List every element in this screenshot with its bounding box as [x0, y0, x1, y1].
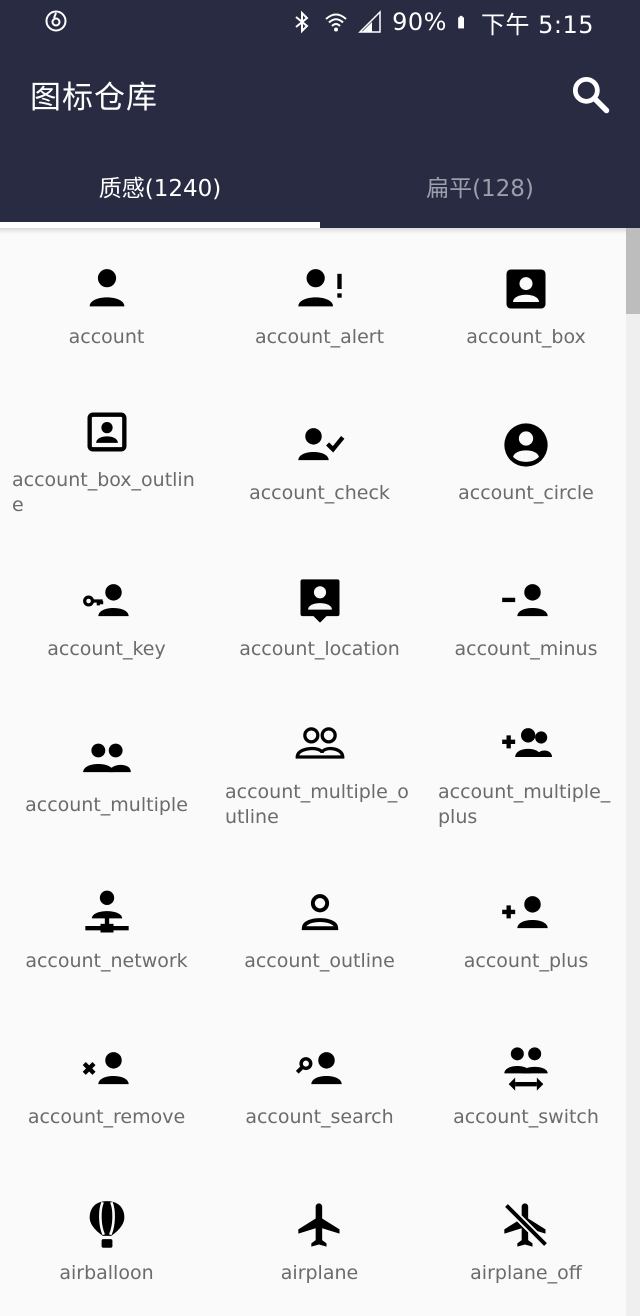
icon-label: account_search — [245, 1105, 394, 1128]
icon-item-account-circle[interactable]: account_circle — [426, 384, 626, 540]
icon-label: account_check — [249, 481, 390, 504]
icon-item-airplane-off[interactable]: airplane_off — [426, 1164, 626, 1316]
icon-item-account-check[interactable]: account_check — [213, 384, 426, 540]
app-header: 90% 下午 5:15 图标仓库 质感(1240) 扁平(128) — [0, 0, 640, 228]
account-network-icon — [84, 890, 129, 932]
tab-flat[interactable]: 扁平(128) — [320, 144, 640, 228]
icon-item-account-box[interactable]: account_box — [426, 228, 626, 384]
icon-label: account_circle — [458, 481, 594, 504]
account-minus-icon — [502, 583, 548, 616]
account-alert-icon — [297, 268, 342, 306]
app-title: 图标仓库 — [30, 80, 158, 116]
icon-item-account-network[interactable]: account_network — [0, 852, 213, 1008]
icon-label: account — [68, 325, 145, 348]
bluetooth-icon — [295, 10, 309, 34]
icon-label: account_multiple_outline — [225, 781, 409, 828]
icon-label: account_key — [47, 637, 166, 660]
icon-item-account[interactable]: account — [0, 228, 213, 384]
account-multiple-plus-icon — [502, 728, 552, 757]
netease-music-icon — [45, 10, 67, 32]
account-outline-icon — [301, 893, 338, 930]
account-box-icon — [506, 269, 546, 308]
icon-item-account-multiple[interactable]: account_multiple — [0, 696, 213, 852]
icon-item-account-outline[interactable]: account_outline — [213, 852, 426, 1008]
icon-label: account_box — [466, 325, 586, 348]
search-icon[interactable] — [568, 72, 612, 116]
clock: 下午 5:15 — [480, 10, 594, 39]
icon-label: account_remove — [27, 1105, 186, 1128]
battery-icon — [458, 15, 464, 29]
account-box-outline-icon — [87, 412, 126, 452]
icon-label: account_box_outline — [12, 469, 195, 516]
icon-item-account-switch[interactable]: account_switch — [426, 1008, 626, 1164]
scrollbar-thumb[interactable] — [626, 228, 640, 314]
icon-label: airplane_off — [470, 1261, 582, 1284]
icon-label: account_minus — [454, 637, 598, 660]
icon-item-airballoon[interactable]: airballoon — [0, 1164, 213, 1316]
icon-label: account_network — [25, 949, 188, 972]
icon-item-account-key[interactable]: account_key — [0, 540, 213, 696]
icon-label: account_alert — [254, 325, 385, 348]
icon-item-account-plus[interactable]: account_plus — [426, 852, 626, 1008]
icon-item-account-multiple-plus[interactable]: account_multiple_plus — [426, 696, 626, 852]
account-switch-icon — [504, 1046, 548, 1091]
toolbar: 图标仓库 — [0, 44, 640, 144]
signal-icon — [358, 10, 381, 33]
icon-item-account-alert[interactable]: account_alert — [213, 228, 426, 384]
tab-bar: 质感(1240) 扁平(128) — [0, 144, 640, 228]
icon-item-account-minus[interactable]: account_minus — [426, 540, 626, 696]
account-plus-icon — [502, 895, 548, 928]
account-search-icon — [295, 1051, 342, 1084]
account-icon — [89, 268, 124, 306]
icon-item-account-remove[interactable]: account_remove — [0, 1008, 213, 1164]
icon-item-account-multiple-outline[interactable]: account_multiple_outline — [213, 696, 426, 852]
tab-material[interactable]: 质感(1240) — [0, 144, 320, 228]
account-key-icon — [82, 583, 129, 616]
airplane-icon — [297, 1202, 339, 1247]
icon-label: airplane — [280, 1261, 359, 1284]
icon-label: account_switch — [453, 1105, 599, 1128]
airplane-off-icon — [503, 1202, 549, 1247]
icon-label: account_multiple_plus — [438, 781, 611, 828]
account-check-icon — [297, 427, 344, 460]
icon-label: account_outline — [244, 949, 395, 972]
scrollbar[interactable] — [626, 228, 640, 1316]
wifi-icon — [325, 13, 347, 32]
icon-label: account_plus — [463, 949, 589, 972]
account-location-icon — [300, 578, 339, 623]
battery-percent: 90% — [392, 8, 447, 36]
icon-item-account-location[interactable]: account_location — [213, 540, 426, 696]
account-multiple-outline-icon — [295, 727, 344, 759]
airballoon-icon — [89, 1200, 124, 1248]
icon-label: account_multiple — [25, 793, 188, 816]
account-circle-icon — [504, 422, 548, 467]
icon-label: account_location — [239, 637, 400, 660]
icon-item-airplane[interactable]: airplane — [213, 1164, 426, 1316]
header-shadow — [0, 228, 640, 234]
account-remove-icon — [82, 1051, 129, 1084]
icon-grid: account account_alert account_box accoun… — [0, 228, 626, 1316]
status-bar: 90% 下午 5:15 — [0, 0, 640, 44]
icon-grid-container[interactable]: account account_alert account_box accoun… — [0, 228, 626, 1316]
icon-item-account-search[interactable]: account_search — [213, 1008, 426, 1164]
icon-label: airballoon — [59, 1261, 154, 1284]
icon-item-account-box-outline[interactable]: account_box_outline — [0, 384, 213, 540]
account-multiple-icon — [82, 743, 131, 772]
